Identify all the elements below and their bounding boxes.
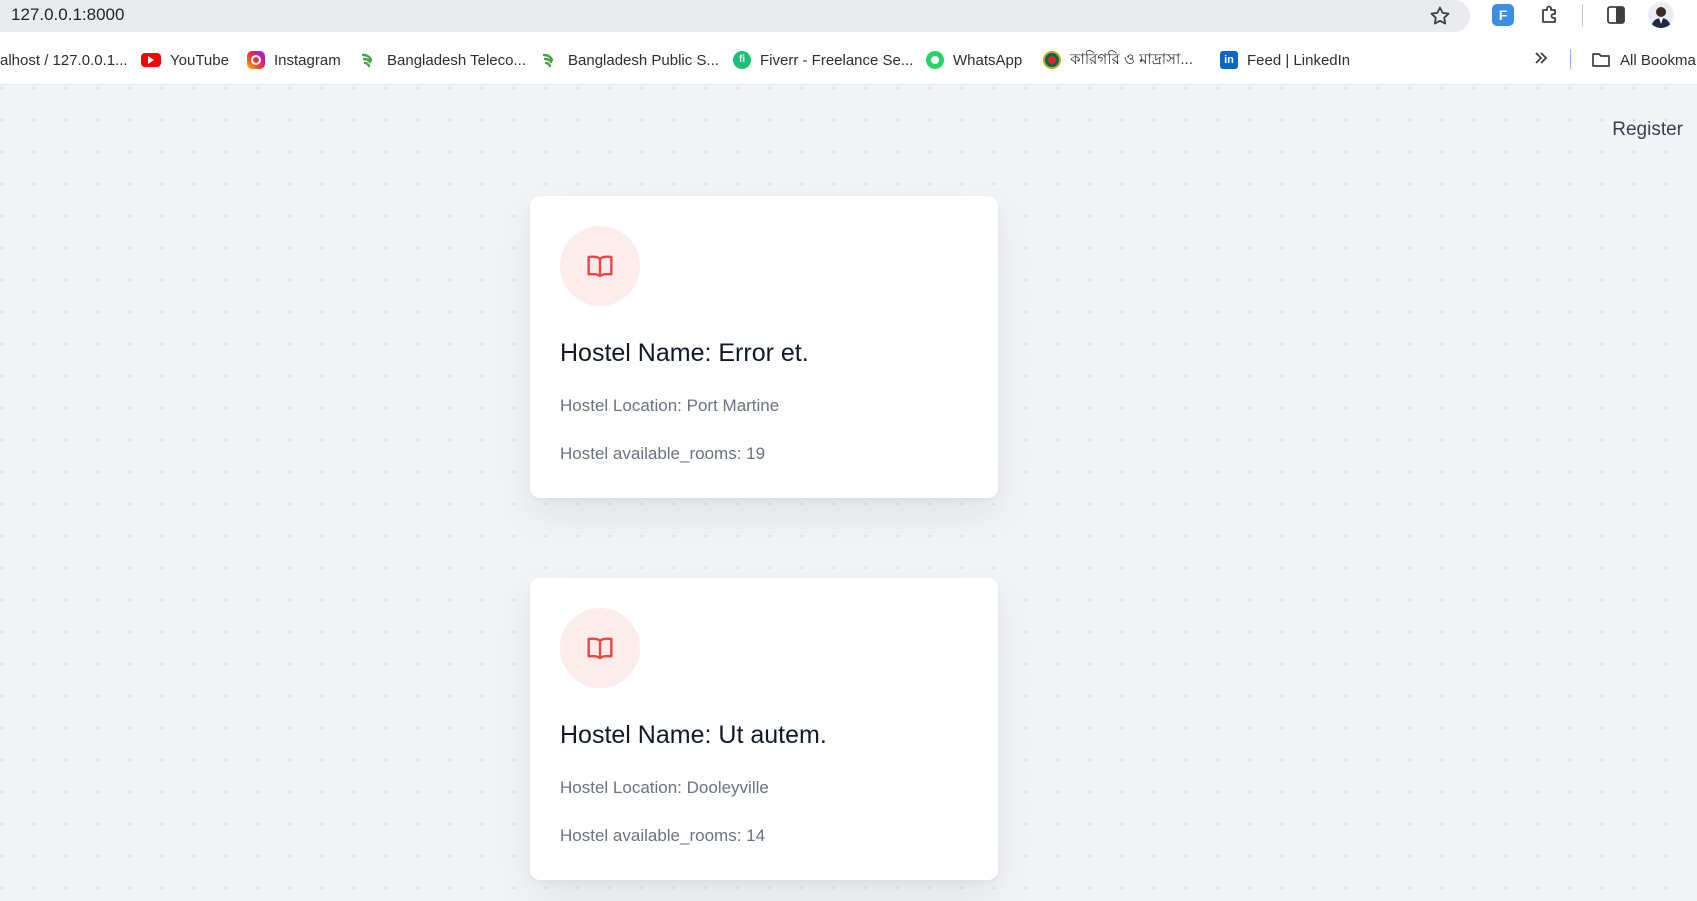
bookmark-label: Feed | LinkedIn <box>1247 51 1351 69</box>
bookmark-label: Bangladesh Public S... <box>568 51 719 69</box>
bookmark-label: Bangladesh Teleco... <box>387 51 526 69</box>
hostel-available-rooms: Hostel available_rooms: 19 <box>560 444 766 463</box>
book-icon <box>587 255 613 278</box>
browser-toolbar: 127.0.0.1:8000 F <box>0 0 1697 32</box>
address-url[interactable]: 127.0.0.1:8000 <box>11 5 124 25</box>
hostel-name: Hostel Name: Ut autem. <box>560 721 827 749</box>
folder-icon <box>1592 53 1610 67</box>
bookmark-label: Instagram <box>274 51 341 69</box>
hostel-name: Hostel Name: Error et. <box>560 339 809 367</box>
extensions-puzzle-icon[interactable] <box>1538 3 1562 27</box>
profile-picture-icon <box>1651 7 1671 28</box>
profile-avatar[interactable] <box>1648 2 1674 28</box>
bookmark-label: কারিগরি ও মাদ্রাসা... <box>1070 50 1193 68</box>
bd-govt-icon <box>1043 51 1061 69</box>
bookmark-label: alhost / 127.0.0.1... <box>0 51 128 69</box>
whatsapp-icon <box>926 51 944 69</box>
bookmark-localhost[interactable]: alhost / 127.0.0.1... <box>0 50 128 70</box>
bookmark-linkedin[interactable]: in Feed | LinkedIn <box>1220 50 1350 70</box>
hostel-available-rooms: Hostel available_rooms: 14 <box>560 826 766 845</box>
book-icon <box>587 637 613 660</box>
toolbar-divider <box>1582 4 1583 26</box>
bookmark-fiverr[interactable]: fi Fiverr - Freelance Se... <box>733 50 913 70</box>
hostel-card: Hostel Name: Ut autem. Hostel Location: … <box>530 578 998 880</box>
register-link[interactable]: Register <box>1612 119 1683 141</box>
youtube-icon <box>141 53 161 67</box>
bookmark-bd-govt[interactable]: কারিগরি ও মাদ্রাসা... <box>1043 50 1193 70</box>
bookmarks-divider <box>1570 49 1571 69</box>
hostel-location: Hostel Location: Dooleyville <box>560 778 769 797</box>
address-bar[interactable]: 127.0.0.1:8000 <box>0 0 1470 32</box>
all-bookmarks-button[interactable]: All Bookma <box>1591 50 1696 70</box>
hostel-card: Hostel Name: Error et. Hostel Location: … <box>530 196 998 498</box>
hostel-location: Hostel Location: Port Martine <box>560 396 780 415</box>
bookmarks-bar: alhost / 127.0.0.1... YouTube Instagram … <box>0 32 1697 85</box>
bookmark-bangladesh-public[interactable]: Bangladesh Public S... <box>541 50 719 70</box>
bookmark-label: Fiverr - Freelance Se... <box>760 51 914 69</box>
bookmark-label: WhatsApp <box>953 51 1023 69</box>
bookmark-star-icon[interactable] <box>1428 4 1452 28</box>
leaf-icon <box>361 53 373 68</box>
linkedin-icon: in <box>1220 51 1238 69</box>
card-icon-circle <box>560 226 640 306</box>
bookmark-youtube[interactable]: YouTube <box>141 50 229 70</box>
leaf-icon <box>542 53 554 68</box>
card-icon-circle <box>560 608 640 688</box>
extension-f-icon[interactable]: F <box>1492 4 1514 26</box>
fiverr-icon: fi <box>733 51 751 69</box>
instagram-icon <box>247 51 265 69</box>
bookmark-label: YouTube <box>170 51 229 69</box>
bookmark-bangladesh-telecom[interactable]: Bangladesh Teleco... <box>360 50 526 70</box>
page-content: Register Hostel Name: Error et. Hostel L… <box>0 86 1697 901</box>
all-bookmarks-label: All Bookma <box>1620 51 1696 69</box>
bookmark-instagram[interactable]: Instagram <box>247 50 341 70</box>
more-bookmarks-chevron-icon[interactable] <box>1532 49 1550 67</box>
bookmark-whatsapp[interactable]: WhatsApp <box>926 50 1022 70</box>
side-panel-icon[interactable] <box>1605 4 1627 26</box>
